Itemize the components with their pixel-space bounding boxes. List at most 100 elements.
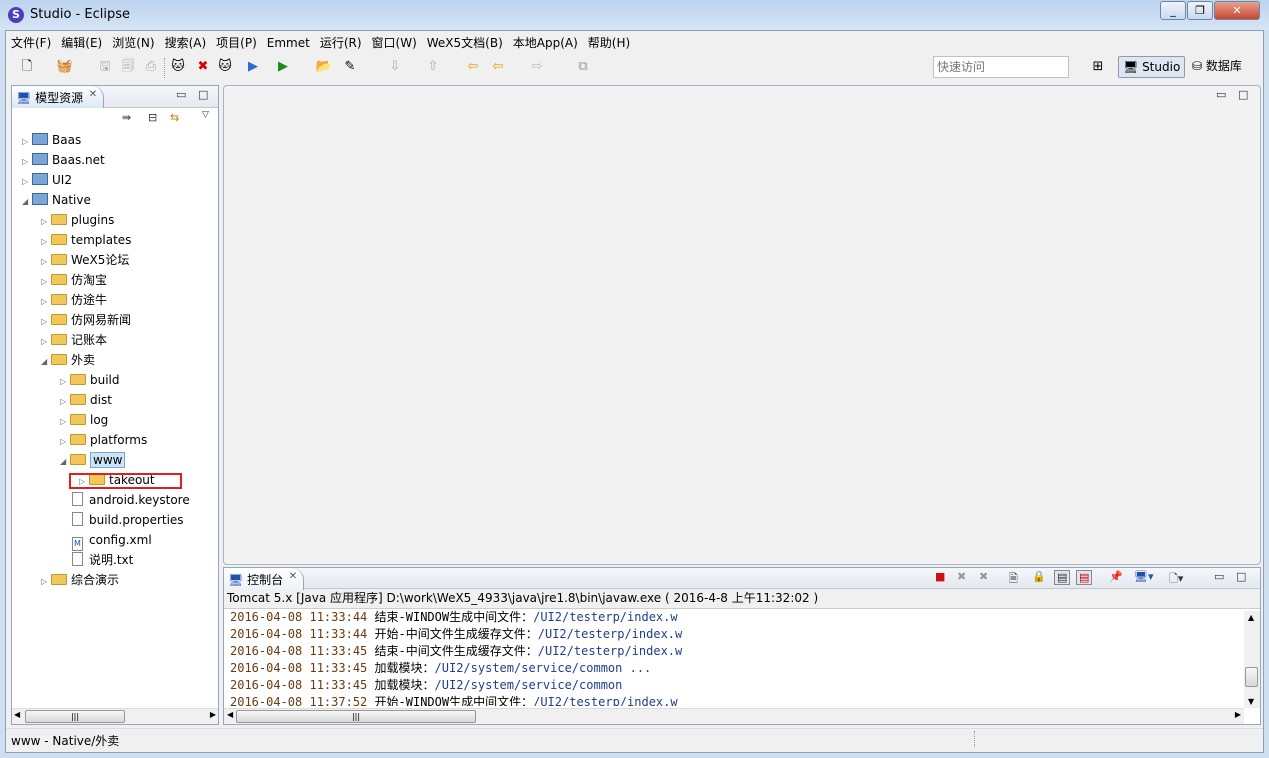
tree-item[interactable]: Mconfig.xml <box>60 530 152 551</box>
expand-icon[interactable]: ▷ <box>60 412 70 432</box>
show-on-stderr-icon[interactable]: ▤ <box>1076 570 1093 585</box>
minimize-icon[interactable]: ▭ <box>176 88 186 101</box>
expand-icon[interactable]: ▷ <box>41 252 51 272</box>
perspective-studio[interactable]: 🖥 Studio <box>1118 56 1186 78</box>
expand-icon[interactable]: ▷ <box>41 232 51 252</box>
close-tab-icon[interactable]: ✕ <box>289 571 297 582</box>
tree-item[interactable]: ▷ Baas <box>22 130 81 150</box>
tree-item[interactable]: ▷ 综合演示 <box>41 570 119 590</box>
tree-item[interactable]: 说明.txt <box>60 550 133 570</box>
tab-console[interactable]: 🖥 控制台 ✕ <box>224 568 305 590</box>
tree-item[interactable]: ▷ WeX5论坛 <box>41 250 129 270</box>
run-icon[interactable]: ▶ <box>244 58 262 76</box>
brush-icon[interactable]: ✎ <box>341 58 359 76</box>
tree-item[interactable]: ▷ 仿淘宝 <box>41 270 107 290</box>
console-vertical-scrollbar[interactable]: ▲ ▼ <box>1244 611 1260 708</box>
tomcat-stop-icon[interactable]: ✖ <box>194 58 212 76</box>
minimize-icon[interactable]: ▭ <box>1216 88 1226 101</box>
print-icon[interactable]: ⎙ <box>142 58 160 76</box>
minimize-icon[interactable]: ▭ <box>1214 570 1224 583</box>
collapse-all-icon[interactable]: ⊟ <box>148 111 157 124</box>
tree-item[interactable]: ▷ templates <box>41 230 131 250</box>
last-edit-icon[interactable]: ⇦ <box>464 58 482 76</box>
expand-icon[interactable]: ▷ <box>60 432 70 452</box>
minimize-window-button[interactable]: _ <box>1160 1 1186 20</box>
tree-item[interactable]: ◢ Native <box>22 190 91 210</box>
tree-item[interactable]: ▷ plugins <box>41 210 114 230</box>
scroll-lock-icon[interactable]: 🔒 <box>1032 570 1046 583</box>
expand-icon[interactable]: ▷ <box>22 172 32 192</box>
menu-item[interactable]: 本地App(A) <box>508 31 583 51</box>
expand-icon[interactable]: ▷ <box>60 372 70 392</box>
terminate-icon[interactable]: ■ <box>935 570 945 583</box>
collapse-icon[interactable]: ◢ <box>41 352 51 372</box>
tree-item[interactable]: build.properties <box>60 510 184 530</box>
tree-item[interactable]: android.keystore <box>60 490 190 510</box>
expand-icon[interactable]: ▷ <box>41 212 51 232</box>
tree-item[interactable]: ▷ platforms <box>60 430 147 450</box>
expand-icon[interactable]: ▷ <box>22 132 32 152</box>
debug-run-icon[interactable]: ▶ <box>274 58 292 76</box>
maximize-icon[interactable]: □ <box>1238 88 1248 101</box>
sync-icon[interactable]: ⇆ <box>170 111 179 124</box>
console-output[interactable]: 2016-04-08 11:33:44 结束-WINDOW生成中间文件：/UI2… <box>224 609 1260 706</box>
collapse-icon[interactable]: ◢ <box>22 192 32 212</box>
expand-icon[interactable]: ▷ <box>41 292 51 312</box>
maximize-icon[interactable]: □ <box>198 88 208 101</box>
tree-item[interactable]: ◢ 外卖 <box>41 350 95 370</box>
basket-icon[interactable]: 🧺 <box>56 58 74 76</box>
expand-icon[interactable]: ▷ <box>41 572 51 592</box>
pin-icon[interactable]: ⧉ <box>574 58 592 76</box>
tab-model-resource[interactable]: 🖥 模型资源 ✕ <box>12 86 105 108</box>
collapse-icon[interactable]: ◢ <box>60 452 70 472</box>
tree-item[interactable]: ◢ www <box>60 450 126 472</box>
forward-icon[interactable]: ⇨ <box>528 58 546 76</box>
expand-icon[interactable]: ▷ <box>22 152 32 172</box>
tomcat-restart-icon[interactable]: 🐱 <box>216 58 234 76</box>
new-icon[interactable]: 🗋 <box>18 58 36 76</box>
menu-item[interactable]: 浏览(N) <box>107 31 159 51</box>
remove-launch-icon[interactable]: ✖ <box>957 570 966 583</box>
maximize-icon[interactable]: □ <box>1236 570 1246 583</box>
save-all-icon[interactable]: 🗐 <box>119 58 137 76</box>
tomcat-start-icon[interactable]: 🐱 <box>169 58 187 76</box>
open-folder-icon[interactable]: 📂 <box>315 58 333 76</box>
pin-console-icon[interactable]: 📌 <box>1109 570 1123 583</box>
tree-item[interactable]: ▷ Baas.net <box>22 150 105 170</box>
expand-icon[interactable]: ▷ <box>41 312 51 332</box>
expand-icon[interactable]: ▷ <box>41 272 51 292</box>
tree-item[interactable]: ▷ UI2 <box>22 170 72 190</box>
next-annotation-icon[interactable]: ⇩ <box>386 58 404 76</box>
clear-console-icon[interactable]: 🗎 <box>1009 570 1018 589</box>
save-icon[interactable]: 🖫 <box>96 58 114 76</box>
menu-item[interactable]: 编辑(E) <box>56 31 107 51</box>
menu-item[interactable]: WeX5文档(B) <box>422 31 508 51</box>
tree-item[interactable]: ▷ log <box>60 410 108 430</box>
tree-item[interactable]: ▷ dist <box>60 390 112 410</box>
menu-item[interactable]: 项目(P) <box>211 31 262 51</box>
open-console-icon[interactable]: 🗋▾ <box>1169 570 1183 589</box>
menu-item[interactable]: Emmet <box>262 33 315 53</box>
view-menu-icon[interactable]: ▽ <box>202 110 209 120</box>
close-window-button[interactable]: ✕ <box>1214 1 1260 20</box>
quick-access-input[interactable] <box>933 56 1069 78</box>
display-console-icon[interactable]: 🖥▾ <box>1134 570 1154 583</box>
tree-item[interactable]: ▷ build <box>60 370 120 390</box>
link-editor-icon[interactable]: ⇛ <box>122 111 131 124</box>
menu-item[interactable]: 帮助(H) <box>583 31 635 51</box>
remove-all-icon[interactable]: ✖ <box>979 570 988 583</box>
tree-item[interactable]: ▷ 仿网易新闻 <box>41 310 131 330</box>
show-on-stdout-icon[interactable]: ▤ <box>1054 570 1071 585</box>
tree-horizontal-scrollbar[interactable]: ◀ ||| ▶ <box>12 708 218 724</box>
tree-item[interactable]: ▷ 记账本 <box>41 330 107 350</box>
tree-item[interactable]: ▷ takeout <box>69 470 182 490</box>
menu-item[interactable]: 窗口(W) <box>367 31 422 51</box>
open-perspective-icon[interactable]: ⊞ <box>1089 58 1107 76</box>
perspective-database[interactable]: ⛁ 数据库 <box>1188 56 1246 78</box>
menu-item[interactable]: 搜索(A) <box>160 31 212 51</box>
tree-item[interactable]: ▷ 仿途牛 <box>41 290 107 310</box>
menu-item[interactable]: 文件(F) <box>6 31 56 51</box>
expand-icon[interactable]: ▷ <box>60 392 70 412</box>
close-tab-icon[interactable]: ✕ <box>89 89 97 100</box>
expand-icon[interactable]: ▷ <box>41 332 51 352</box>
